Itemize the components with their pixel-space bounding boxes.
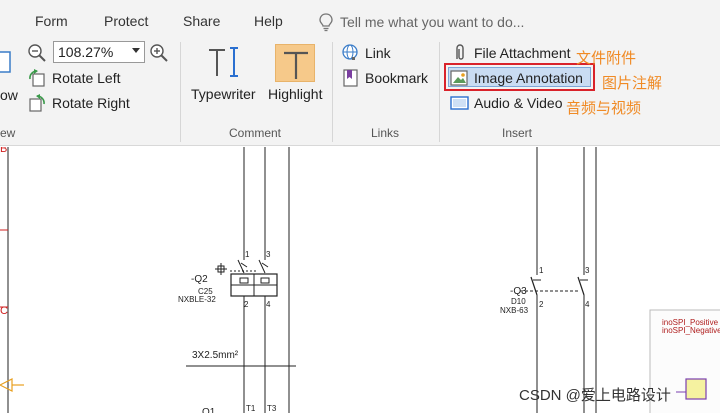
q3-part: NXB-63: [500, 306, 529, 315]
highlight-button[interactable]: [275, 44, 315, 82]
q2-pin4: 4: [266, 300, 271, 309]
rotate-left-icon[interactable]: [27, 68, 47, 88]
tell-me-text: Tell me what you want to do...: [340, 14, 525, 30]
bookmark-icon[interactable]: [341, 68, 361, 88]
q3-pin1: 1: [539, 266, 544, 275]
menu-bar: Form Protect Share Help Tell me what you…: [0, 0, 720, 38]
view-group-label-partial: ew: [0, 126, 16, 140]
q3-pin3: 3: [585, 266, 590, 275]
cn-note-file-attachment: 文件附件: [576, 50, 637, 67]
edge-marker-b: B: [0, 147, 8, 155]
t1-label: T1: [246, 404, 256, 413]
q2-pin2: 2: [244, 300, 249, 309]
cable-spec: 3X2.5mm²: [192, 350, 239, 361]
bookmark-label[interactable]: Bookmark: [365, 70, 428, 86]
q3-ref: -Q3: [510, 286, 527, 297]
rotate-right-label[interactable]: Rotate Right: [52, 95, 130, 111]
q1-ref-partial: Q1: [202, 407, 216, 413]
q3-pin4: 4: [585, 300, 590, 309]
q2-pin1: 1: [245, 250, 250, 259]
image-icon: [450, 70, 468, 86]
ribbon-separator: [332, 42, 333, 142]
links-group-label: Links: [371, 126, 400, 140]
typewriter-icon: [209, 47, 238, 77]
t3-label: T3: [267, 404, 277, 413]
typewriter-label[interactable]: Typewriter: [191, 86, 256, 102]
link-icon[interactable]: [341, 43, 361, 63]
zoom-out-icon[interactable]: [27, 43, 47, 63]
zoom-select[interactable]: 108.27%: [53, 41, 145, 63]
link-label[interactable]: Link: [365, 45, 391, 61]
menu-share[interactable]: Share: [183, 13, 220, 29]
highlight-icon: [284, 51, 308, 79]
q3-rating: D10: [511, 297, 526, 306]
spi-negative-label: inoSPI_Negative: [662, 326, 720, 335]
rotate-left-label[interactable]: Rotate Left: [52, 70, 121, 86]
comment-group-label: Comment: [229, 126, 282, 140]
cn-note-audio-video: 音频与视频: [566, 100, 642, 117]
q2-ref: -Q2: [191, 274, 208, 285]
menu-help[interactable]: Help: [254, 13, 283, 29]
tell-me-search[interactable]: Tell me what you want to do...: [318, 11, 524, 33]
video-icon[interactable]: [450, 93, 470, 113]
audio-video-label[interactable]: Audio & Video: [474, 95, 562, 111]
ribbon-separator: [439, 42, 440, 142]
view-button-label-partial[interactable]: ow: [0, 87, 18, 103]
q2-part: NXBLE-32: [178, 295, 216, 304]
zoom-value: 108.27%: [58, 44, 114, 60]
file-attachment-label[interactable]: File Attachment: [474, 45, 571, 61]
lightbulb-icon: [319, 13, 333, 32]
edge-marker-c: C: [0, 305, 8, 317]
document-canvas[interactable]: -Q2 C25 NXBLE-32 1 3 2 4 3X2.5mm² T1 T3 …: [0, 147, 720, 413]
zoom-in-icon[interactable]: [149, 43, 171, 63]
q3-pin2: 2: [539, 300, 544, 309]
menu-protect[interactable]: Protect: [104, 13, 148, 29]
ribbon-separator: [180, 42, 181, 142]
paperclip-icon[interactable]: [450, 43, 470, 63]
watermark: CSDN @爱上电路设计: [519, 387, 671, 404]
page-view-icon[interactable]: [0, 48, 14, 78]
menu-form[interactable]: Form: [35, 13, 68, 29]
chevron-down-icon: [132, 48, 140, 53]
highlight-label[interactable]: Highlight: [268, 86, 322, 102]
cn-note-image-annotation: 图片注解: [602, 75, 663, 92]
q2-pin3: 3: [266, 250, 271, 259]
image-annotation-label[interactable]: Image Annotation: [474, 70, 583, 86]
insert-group-label: Insert: [502, 126, 533, 140]
rotate-right-icon[interactable]: [27, 93, 47, 113]
schematic-drawing: [0, 147, 720, 413]
